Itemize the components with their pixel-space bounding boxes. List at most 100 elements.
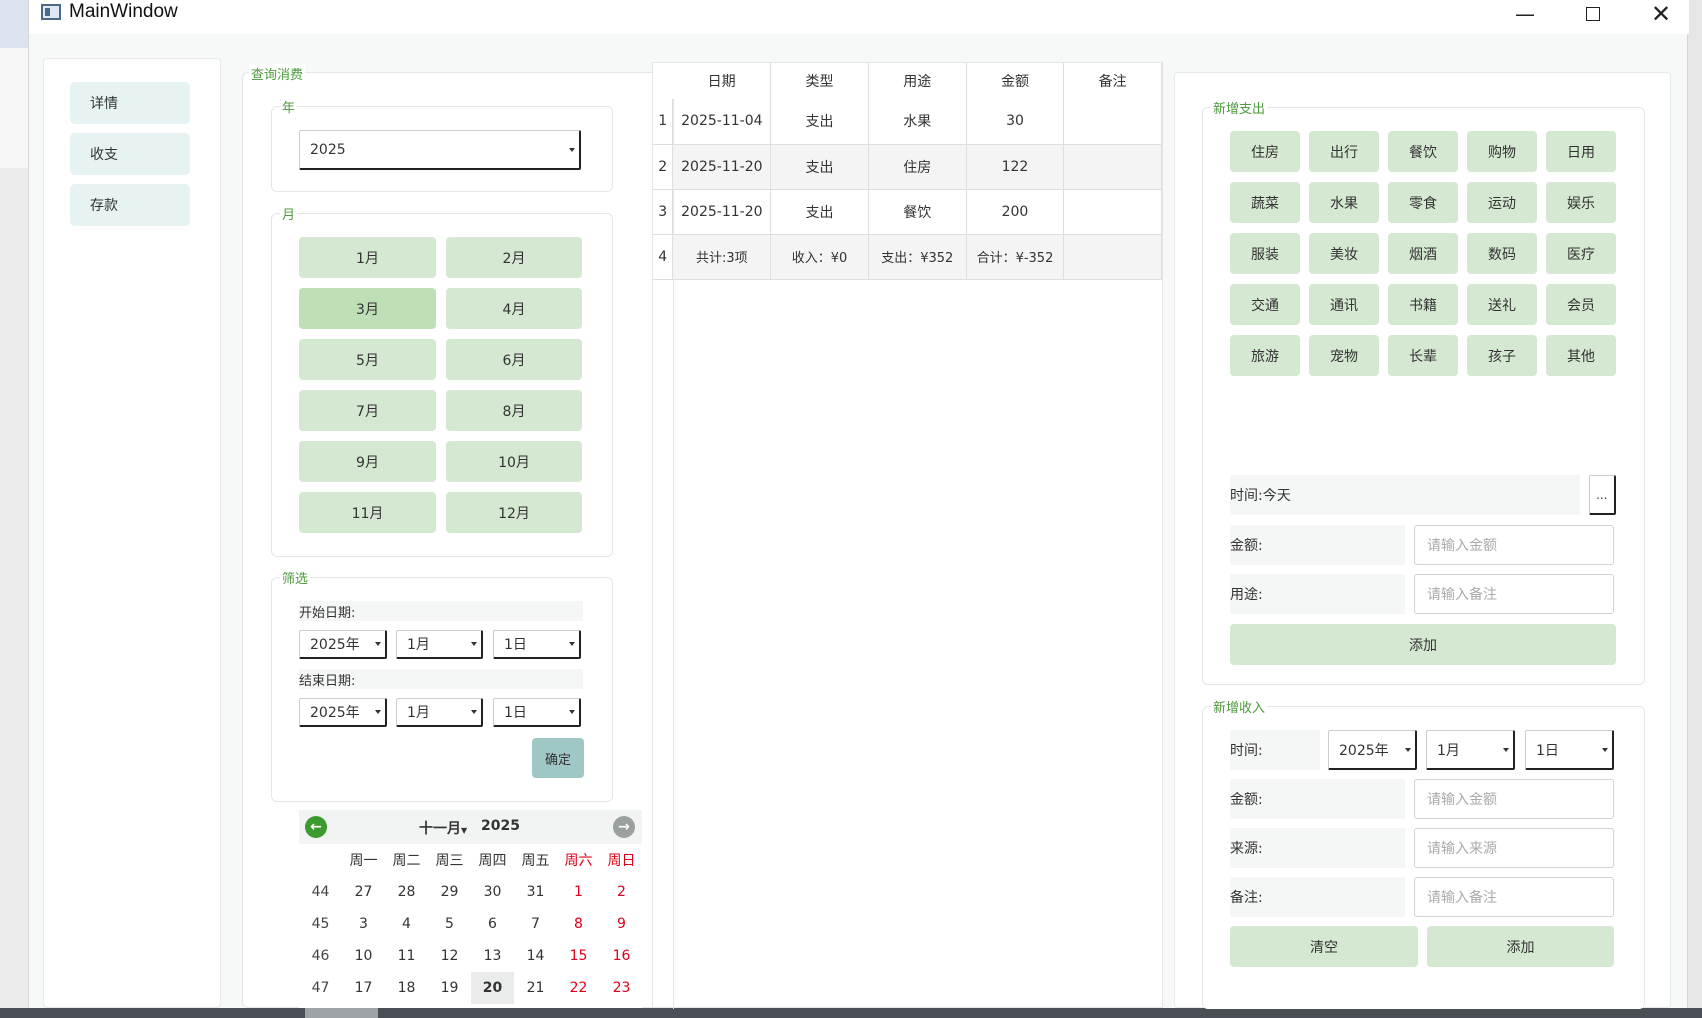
calendar-day[interactable]: 27 (342, 876, 385, 908)
month-button-3[interactable]: 3月 (299, 288, 436, 329)
calendar-day[interactable]: 15 (557, 940, 600, 972)
calendar-day[interactable]: 3 (342, 908, 385, 940)
category-button[interactable]: 出行 (1309, 131, 1379, 172)
minimize-button[interactable]: — (1491, 0, 1559, 28)
table-row-summary[interactable]: 4 共计:3项 收入：¥0 支出：¥352 合计：¥-352 (653, 234, 1162, 280)
column-header-date[interactable]: 日期 (672, 63, 772, 99)
calendar-day[interactable]: 9 (600, 908, 643, 940)
calendar-day[interactable]: 6 (471, 908, 514, 940)
category-button[interactable]: 餐饮 (1388, 131, 1458, 172)
income-amount-input[interactable]: 请输入金额 (1414, 779, 1614, 819)
income-day-select[interactable]: 1日 (1525, 730, 1614, 770)
month-button-1[interactable]: 1月 (299, 237, 436, 278)
nav-item-details[interactable]: 详情 (70, 82, 190, 124)
table-cell[interactable]: 支出 (770, 144, 869, 190)
category-button[interactable]: 水果 (1309, 182, 1379, 223)
clear-income-button[interactable]: 清空 (1230, 926, 1418, 967)
month-button-7[interactable]: 7月 (299, 390, 436, 431)
end-month-select[interactable]: 1月 (396, 698, 483, 727)
table-cell[interactable]: 支出 (770, 189, 869, 235)
table-cell[interactable]: 2025-11-20 (672, 144, 772, 190)
category-button[interactable]: 住房 (1230, 131, 1300, 172)
start-day-select[interactable]: 1日 (493, 630, 581, 659)
month-button-2[interactable]: 2月 (446, 237, 582, 278)
confirm-filter-button[interactable]: 确定 (532, 738, 584, 778)
month-button-12[interactable]: 12月 (446, 492, 582, 533)
calendar-day[interactable]: 28 (385, 876, 428, 908)
calendar-day[interactable]: 1 (557, 876, 600, 908)
category-button[interactable]: 娱乐 (1546, 182, 1616, 223)
add-expense-button[interactable]: 添加 (1230, 624, 1616, 665)
pick-time-button[interactable]: ... (1589, 475, 1616, 515)
calendar-day[interactable]: 8 (557, 908, 600, 940)
calendar-day[interactable]: 16 (600, 940, 643, 972)
category-button[interactable]: 宠物 (1309, 335, 1379, 376)
table-cell[interactable] (1063, 234, 1162, 280)
category-button[interactable]: 美妆 (1309, 233, 1379, 274)
category-button[interactable]: 其他 (1546, 335, 1616, 376)
month-button-6[interactable]: 6月 (446, 339, 582, 380)
calendar-day[interactable]: 29 (428, 876, 471, 908)
category-button[interactable]: 零食 (1388, 182, 1458, 223)
end-day-select[interactable]: 1日 (493, 698, 581, 727)
column-header-note[interactable]: 备注 (1063, 63, 1162, 99)
calendar-day[interactable]: 7 (514, 908, 557, 940)
table-cell[interactable] (1063, 99, 1162, 145)
month-button-8[interactable]: 8月 (446, 390, 582, 431)
next-month-button[interactable]: → (613, 816, 635, 838)
end-year-select[interactable]: 2025年 (299, 698, 387, 727)
month-button-10[interactable]: 10月 (446, 441, 582, 482)
calendar-day[interactable]: 14 (514, 940, 557, 972)
category-button[interactable]: 长辈 (1388, 335, 1458, 376)
category-button[interactable]: 运动 (1467, 182, 1537, 223)
horizontal-scrollbar[interactable] (305, 1008, 378, 1018)
category-button[interactable]: 日用 (1546, 131, 1616, 172)
month-button-4[interactable]: 4月 (446, 288, 582, 329)
nav-item-income-expense[interactable]: 收支 (70, 133, 190, 175)
summary-total[interactable]: 合计：¥-352 (966, 234, 1065, 280)
summary-income[interactable]: 收入：¥0 (770, 234, 869, 280)
income-note-input[interactable]: 请输入备注 (1414, 877, 1614, 917)
category-button[interactable]: 蔬菜 (1230, 182, 1300, 223)
table-cell[interactable]: 200 (966, 189, 1065, 235)
calendar-day[interactable]: 12 (428, 940, 471, 972)
category-button[interactable]: 购物 (1467, 131, 1537, 172)
calendar-day[interactable]: 5 (428, 908, 471, 940)
add-income-button[interactable]: 添加 (1427, 926, 1614, 967)
category-button[interactable]: 孩子 (1467, 335, 1537, 376)
calendar-day[interactable]: 17 (342, 972, 385, 1004)
calendar-year[interactable]: 2025 (481, 818, 520, 834)
category-button[interactable]: 交通 (1230, 284, 1300, 325)
calendar-day[interactable]: 10 (342, 940, 385, 972)
category-button[interactable]: 烟酒 (1388, 233, 1458, 274)
category-button[interactable]: 医疗 (1546, 233, 1616, 274)
calendar-day[interactable]: 22 (557, 972, 600, 1004)
table-cell[interactable]: 2025-11-20 (672, 189, 772, 235)
summary-count[interactable]: 共计:3项 (672, 234, 772, 280)
table-cell[interactable]: 住房 (868, 144, 967, 190)
close-button[interactable]: ✕ (1627, 0, 1695, 28)
calendar-day[interactable]: 31 (514, 876, 557, 908)
calendar-month-select[interactable]: 十一月▼ (419, 818, 467, 838)
start-month-select[interactable]: 1月 (396, 630, 483, 659)
income-year-select[interactable]: 2025年 (1328, 730, 1417, 770)
calendar-day[interactable]: 4 (385, 908, 428, 940)
table-row[interactable]: 3 2025-11-20 支出 餐饮 200 (653, 189, 1162, 235)
prev-month-button[interactable]: ← (305, 816, 327, 838)
table-cell[interactable]: 餐饮 (868, 189, 967, 235)
category-button[interactable]: 通讯 (1309, 284, 1379, 325)
table-cell[interactable]: 30 (966, 99, 1065, 145)
table-row[interactable]: 1 2025-11-04 支出 水果 30 (653, 99, 1162, 145)
expense-purpose-input[interactable]: 请输入备注 (1414, 574, 1614, 614)
calendar-day[interactable]: 19 (428, 972, 471, 1004)
category-button[interactable]: 服装 (1230, 233, 1300, 274)
table-row[interactable]: 2 2025-11-20 支出 住房 122 (653, 144, 1162, 190)
calendar-day[interactable]: 13 (471, 940, 514, 972)
month-button-9[interactable]: 9月 (299, 441, 436, 482)
expense-amount-input[interactable]: 请输入金额 (1414, 525, 1614, 565)
calendar-day[interactable]: 20 (471, 972, 514, 1004)
category-button[interactable]: 数码 (1467, 233, 1537, 274)
calendar-day[interactable]: 21 (514, 972, 557, 1004)
category-button[interactable]: 书籍 (1388, 284, 1458, 325)
category-button[interactable]: 送礼 (1467, 284, 1537, 325)
